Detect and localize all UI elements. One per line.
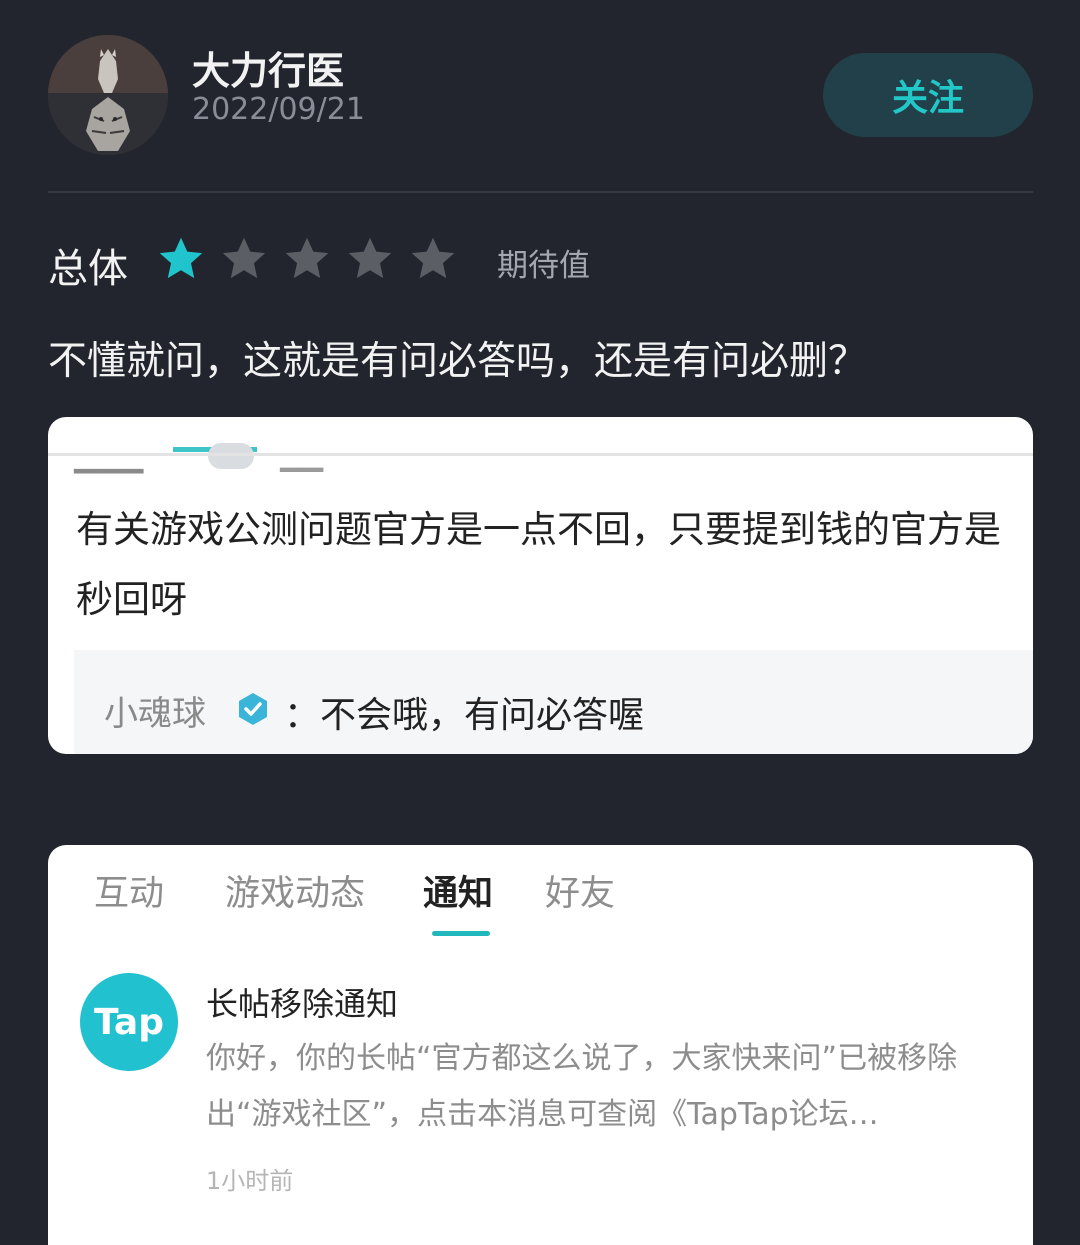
notice-title[interactable]: 长帖移除通知 <box>206 979 398 1025</box>
notice-body[interactable]: 你好，你的长帖“官方都这么说了，大家快来问”已被移除出“游戏社区”，点击本消息可… <box>206 1031 1006 1143</box>
user-name[interactable]: 大力行医 <box>192 40 344 95</box>
rating-label: 总体 <box>48 246 128 292</box>
star-empty-icon <box>222 237 266 279</box>
follow-button[interactable]: 关注 <box>823 53 1033 137</box>
reply-text: ：不会哦，有问必答喔 <box>284 695 645 736</box>
comment-text: 有关游戏公测问题官方是一点不回，只要提到钱的官方是秒回呀 <box>76 508 1001 621</box>
star-empty-icon <box>285 237 329 279</box>
star-rating <box>155 233 459 285</box>
active-tab-indicator <box>432 931 490 936</box>
tab-friends[interactable]: 好友 <box>545 865 615 916</box>
avatar[interactable] <box>48 35 168 155</box>
review-text: 不懂就问，这就是有问必答吗，还是有问必删？ <box>48 339 868 384</box>
crop-edge-line <box>48 453 1033 456</box>
reply-user-name: 小魂球 <box>104 694 206 734</box>
cropped-badge <box>208 443 254 469</box>
cropped-username: ▁▁▁ <box>74 439 144 474</box>
star-empty-icon <box>411 237 455 279</box>
official-reply: 小魂球 ：不会哦，有问必答喔 <box>74 650 1033 754</box>
tab-notifications[interactable]: 通知 <box>423 865 493 916</box>
tab-interaction[interactable]: 互动 <box>94 865 164 916</box>
star-filled-icon <box>159 237 203 279</box>
post-date: 2022/09/21 <box>192 92 365 127</box>
screenshot-comment-card: ▁▁▁ ▁▁ 有关游戏公测问题官方是一点不回，只要提到钱的官方是秒回呀 小魂球 … <box>48 417 1033 754</box>
verified-icon <box>239 693 267 725</box>
divider <box>48 191 1033 193</box>
tab-game-news[interactable]: 游戏动态 <box>225 865 365 916</box>
taptap-logo: Tap <box>80 973 178 1071</box>
star-empty-icon <box>348 237 392 279</box>
expectation-label: 期待值 <box>497 248 590 284</box>
screenshot-notification-panel: 互动 游戏动态 通知 好友 Tap 长帖移除通知 你好，你的长帖“官方都这么说了… <box>48 845 1033 1245</box>
avatar-cat-tiger-image <box>48 35 168 155</box>
notice-time: 1小时前 <box>206 1167 294 1195</box>
